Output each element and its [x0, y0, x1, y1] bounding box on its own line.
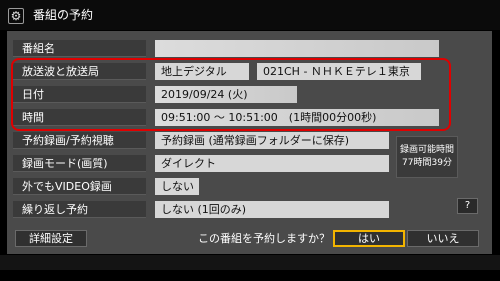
time-label: 時間 [13, 109, 146, 126]
no-button[interactable]: いいえ [407, 230, 479, 247]
recordable-time-label: 録画可能時間 [399, 145, 454, 155]
program-name-field[interactable] [155, 40, 439, 57]
record-mode-label: 録画モード(画質) [13, 155, 146, 172]
program-name-label: 番組名 [13, 40, 146, 57]
repeat-field[interactable]: しない (1回のみ) [155, 201, 389, 218]
footer-bar [0, 255, 500, 270]
help-button[interactable]: ? [457, 198, 478, 214]
time-field[interactable]: 09:51:00 〜 10:51:00 (1時間00分00秒) [155, 109, 439, 126]
confirm-question: この番組を予約しますか？ [198, 232, 330, 245]
record-view-field[interactable]: 予約録画 (通常録画フォルダーに保存) [155, 132, 389, 149]
gear-icon: ⚙ [8, 8, 24, 24]
broadcast-label: 放送波と放送局 [13, 63, 146, 80]
broadcast-station-field[interactable]: 021CH - ＮＨＫＥテレ１東京 [257, 63, 421, 80]
recordable-time-value: 77時間39分 [402, 158, 452, 168]
record-mode-field[interactable]: ダイレクト [155, 155, 389, 172]
recordable-time-box: 録画可能時間 77時間39分 [396, 136, 458, 178]
detail-settings-button[interactable]: 詳細設定 [15, 230, 87, 247]
video-out-field[interactable]: しない [155, 178, 199, 195]
video-out-label: 外でもVIDEO録画 [13, 178, 146, 195]
yes-button[interactable]: はい [333, 230, 405, 247]
date-field[interactable]: 2019/09/24 (火) [155, 86, 297, 103]
window-title: 番組の予約 [33, 8, 94, 22]
title-bar: ⚙ 番組の予約 [0, 0, 500, 30]
record-view-label: 予約録画/予約視聴 [13, 132, 146, 149]
date-label: 日付 [13, 86, 146, 103]
broadcast-wave-field[interactable]: 地上デジタル [155, 63, 249, 80]
repeat-label: 繰り返し予約 [13, 201, 146, 218]
